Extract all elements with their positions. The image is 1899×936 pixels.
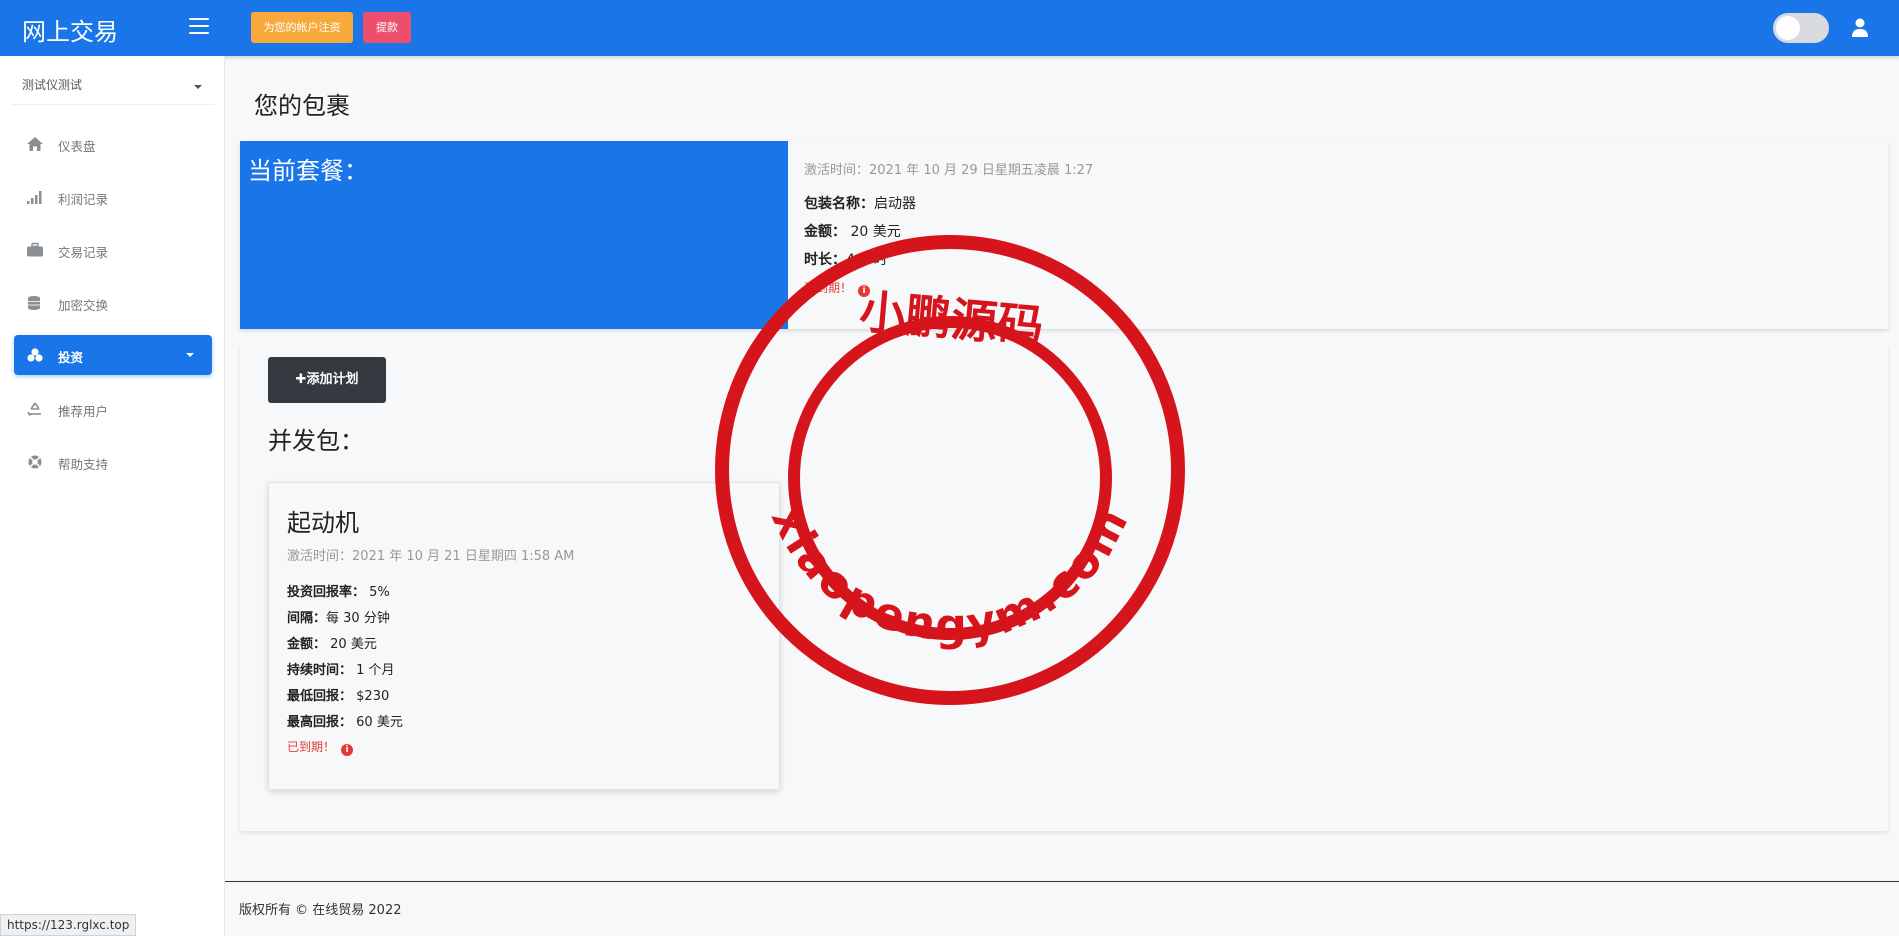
amount-row: 金额： 20 美元 [287,633,377,652]
amount-label: 金额： [804,224,846,240]
plus-icon: ✚ [295,372,307,387]
divider [12,104,215,105]
current-package-header: 当前套餐： [240,141,788,329]
footer-copyright: 版权所有 © 在线贸易 2022 [239,903,402,918]
sidebar-item-label: 仪表盘 [58,139,96,154]
chevron-down-icon[interactable] [194,85,202,89]
hamburger-icon[interactable] [189,18,209,34]
min-return-value: $230 [356,689,390,704]
interval-value: 每 30 分钟 [326,611,390,626]
package-name-value: 启动器 [874,196,916,212]
plans-title: 并发包： [268,427,364,455]
amount-row: 金额： 20 美元 [804,221,901,241]
chevron-down-icon [186,353,194,357]
duration-label: 时长： [804,252,846,268]
deposit-button[interactable]: 为您的帐户注资 [251,12,353,43]
plan-card: 起动机 激活时间：2021 年 10 月 21 日星期四 1:58 AM 投资回… [268,482,780,790]
recycle-icon [27,402,41,416]
min-return-label: 最低回报： [287,689,353,704]
roi-label: 投资回报率： [287,585,366,600]
info-icon: i [341,744,354,756]
signal-bars-icon [27,191,42,204]
add-plan-button[interactable]: ✚添加计划 [268,357,386,403]
expired-status: 已到期！ i [287,738,354,756]
info-icon: i [858,285,871,297]
page-title: 您的包裹 [254,92,350,120]
toggle-knob [1776,16,1800,40]
max-return-row: 最高回报： 60 美元 [287,711,403,730]
add-plan-label: 添加计划 [306,372,359,387]
user-icon[interactable] [1851,18,1869,38]
sidebar-item-label: 帮助支持 [58,457,109,472]
top-navbar: 网上交易 为您的帐户注资 提款 [0,0,1899,56]
cubes-icon [27,348,43,362]
package-name-label: 包装名称： [804,196,874,212]
status-bar-url: https://123.rglxc.top [0,914,137,936]
sidebar-item-crypto-exchange[interactable]: 加密交换 [14,283,212,323]
sidebar: 测试仪测试 仪表盘 利润记录 交易记录 加密交换 投资 推荐用户 帮助支持 [0,56,225,936]
amount-value: 20 美元 [330,637,377,652]
sidebar-item-label: 加密交换 [58,298,109,313]
duration-value: 1 个月 [356,663,395,678]
sidebar-item-label: 交易记录 [58,245,109,260]
roi-value: 5% [369,585,390,600]
sidebar-item-label: 投资 [58,350,84,365]
lifebuoy-icon [28,455,42,469]
theme-toggle[interactable] [1773,13,1829,43]
home-icon [27,137,43,151]
current-package-heading: 当前套餐： [248,157,368,185]
sidebar-item-help-support[interactable]: 帮助支持 [14,442,212,482]
sidebar-item-transaction-records[interactable]: 交易记录 [14,230,212,270]
duration-value: 4 小时 [846,252,888,268]
duration-row: 时长：4 小时 [804,249,887,269]
expired-label: 已到期！ [287,740,336,754]
sidebar-item-dashboard[interactable]: 仪表盘 [14,124,212,164]
sidebar-item-label: 推荐用户 [58,404,109,419]
account-name[interactable]: 测试仪测试 [22,76,82,93]
brand-title[interactable]: 网上交易 [22,12,118,47]
sidebar-item-referrals[interactable]: 推荐用户 [14,389,212,429]
coins-icon [28,296,40,310]
activation-time: 激活时间：2021 年 10 月 29 日星期五凌晨 1:27 [804,163,1094,178]
current-package-panel: 当前套餐： 激活时间：2021 年 10 月 29 日星期五凌晨 1:27 包装… [240,141,1888,329]
interval-row: 间隔：每 30 分钟 [287,607,390,626]
min-return-row: 最低回报： $230 [287,685,389,704]
package-name-row: 包装名称：启动器 [804,193,916,213]
sidebar-item-investment[interactable]: 投资 [14,335,212,375]
expired-label: 已到期！ [804,281,853,295]
duration-label: 持续时间： [287,663,353,678]
interval-label: 间隔： [287,611,327,626]
amount-label: 金额： [287,637,327,652]
max-return-value: 60 美元 [356,715,403,730]
duration-row: 持续时间： 1 个月 [287,659,395,678]
amount-value: 20 美元 [850,224,901,240]
withdraw-button[interactable]: 提款 [363,12,411,43]
plans-panel: ✚添加计划 并发包： 起动机 激活时间：2021 年 10 月 21 日星期四 … [240,345,1888,831]
expired-status: 已到期！ i [804,279,871,297]
sidebar-item-label: 利润记录 [58,192,109,207]
max-return-label: 最高回报： [287,715,353,730]
plan-activation-time: 激活时间：2021 年 10 月 21 日星期四 1:58 AM [287,549,575,564]
briefcase-icon [27,242,43,257]
footer-divider [225,881,1899,882]
roi-row: 投资回报率： 5% [287,581,390,600]
sidebar-item-profit-records[interactable]: 利润记录 [14,177,212,217]
plan-name: 起动机 [287,509,359,537]
